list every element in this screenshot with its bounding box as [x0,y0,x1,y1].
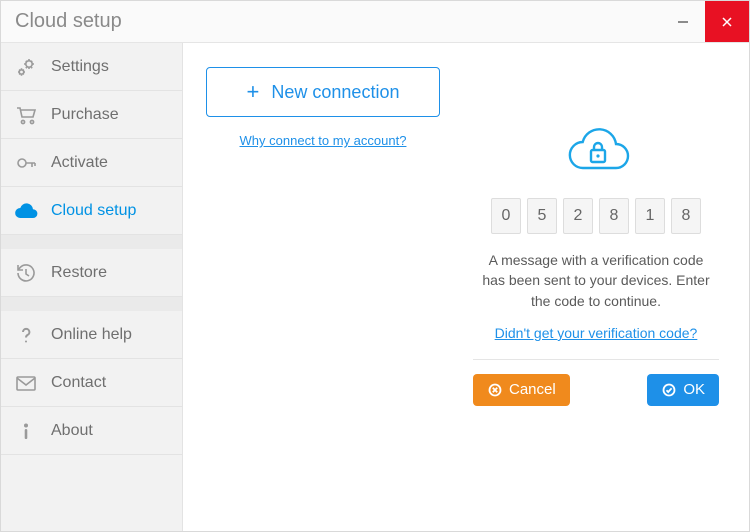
code-cell[interactable]: 2 [563,198,593,234]
button-row: Cancel OK [473,374,719,406]
minimize-icon [677,16,689,28]
sidebar-item-purchase[interactable]: Purchase [1,91,182,139]
info-icon [13,418,39,444]
code-cell[interactable]: 0 [491,198,521,234]
window-title: Cloud setup [1,10,122,33]
sidebar-item-about[interactable]: About [1,407,182,455]
body: Settings Purchase Activate Cloud setup [1,43,749,531]
sidebar-item-restore[interactable]: Restore [1,249,182,297]
code-cell[interactable]: 1 [635,198,665,234]
ok-icon [661,382,677,398]
sidebar-item-label: About [51,422,93,440]
titlebar: Cloud setup [1,1,749,43]
divider [473,359,719,360]
sidebar-item-label: Settings [51,58,109,76]
why-connect-link[interactable]: Why connect to my account? [240,133,407,148]
sidebar-item-contact[interactable]: Contact [1,359,182,407]
new-connection-label: New connection [271,82,399,103]
resend-code-link[interactable]: Didn't get your verification code? [495,325,698,341]
app-window: Cloud setup Settings Purchase [0,0,750,532]
minimize-button[interactable] [661,1,705,42]
sidebar-item-online-help[interactable]: Online help [1,311,182,359]
sidebar-item-label: Purchase [51,106,119,124]
key-icon [13,150,39,176]
close-button[interactable] [705,1,749,42]
sidebar-item-cloud-setup[interactable]: Cloud setup [1,187,182,235]
sidebar-divider [1,235,182,249]
ok-label: OK [683,381,705,398]
verification-code-row: 0 5 2 8 1 8 [491,198,701,234]
ok-button[interactable]: OK [647,374,719,406]
gear-icon [13,54,39,80]
help-icon [13,322,39,348]
window-controls [661,1,749,42]
sidebar-item-label: Restore [51,264,107,282]
sidebar-item-label: Cloud setup [51,202,136,220]
cancel-icon [487,382,503,398]
sidebar: Settings Purchase Activate Cloud setup [1,43,183,531]
sidebar-item-label: Contact [51,374,106,392]
verification-pane: 0 5 2 8 1 8 A message with a verificatio… [463,43,749,531]
code-cell[interactable]: 8 [671,198,701,234]
cart-icon [13,102,39,128]
restore-icon [13,260,39,286]
sidebar-item-settings[interactable]: Settings [1,43,182,91]
cloud-lock-icon [560,123,632,178]
mail-icon [13,370,39,396]
sidebar-item-activate[interactable]: Activate [1,139,182,187]
sidebar-item-label: Activate [51,154,108,172]
new-connection-button[interactable]: + New connection [206,67,440,117]
cancel-label: Cancel [509,381,556,398]
verification-message: A message with a verification code has b… [476,250,716,311]
plus-icon: + [247,81,260,103]
sidebar-item-label: Online help [51,326,132,344]
close-icon [721,16,733,28]
connections-pane: + New connection Why connect to my accou… [183,43,463,531]
code-cell[interactable]: 5 [527,198,557,234]
sidebar-divider [1,297,182,311]
code-cell[interactable]: 8 [599,198,629,234]
cloud-icon [13,198,39,224]
main-area: + New connection Why connect to my accou… [183,43,749,531]
cancel-button[interactable]: Cancel [473,374,570,406]
